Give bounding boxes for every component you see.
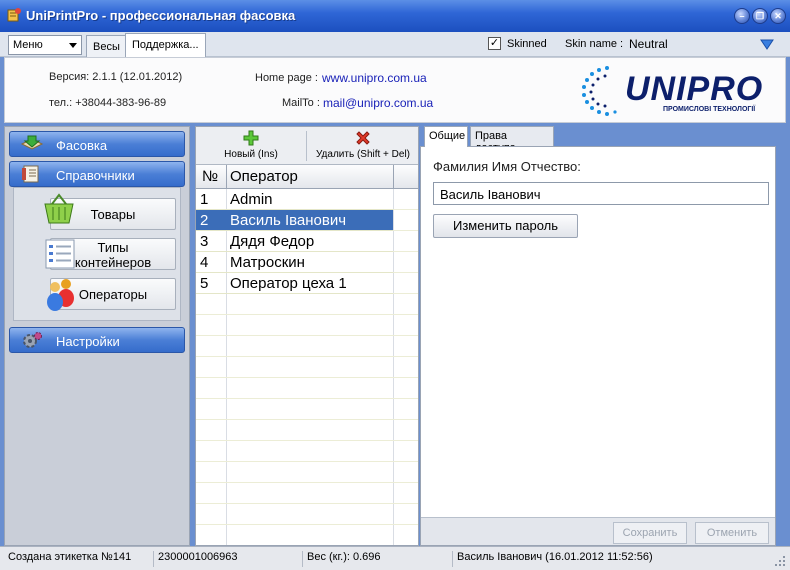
reference-subpanel: Товары Типы контейнеров Операторы — [13, 187, 181, 321]
save-button[interactable]: Сохранить — [613, 522, 687, 544]
row-operator-name: Оператор цеха 1 — [230, 275, 347, 292]
skin-name-value: Neutral — [629, 37, 668, 51]
menu-dropdown[interactable]: Меню — [8, 35, 82, 55]
homepage-link[interactable]: www.unipro.com.ua — [322, 71, 427, 85]
status-user: Василь Іванович (16.01.2012 11:52:56) — [452, 551, 653, 567]
expand-icon[interactable] — [760, 38, 774, 50]
window-title: UniPrintPro - профессиональная фасовка — [26, 8, 296, 23]
operators-panel: Новый (Ins) Удалить (Shift + Del) № Опер… — [195, 126, 419, 546]
delete-operator-label: Удалить (Shift + Del) — [315, 149, 411, 160]
row-number: 3 — [200, 233, 209, 250]
status-barcode: 2300001006963 — [153, 551, 238, 567]
toolbar-divider — [306, 131, 307, 161]
operators-toolbar: Новый (Ins) Удалить (Shift + Del) — [196, 127, 418, 165]
users-icon — [47, 279, 74, 311]
list-document-icon — [45, 239, 75, 269]
nav-spravochniki-label: Справочники — [56, 168, 135, 183]
status-weight: Вес (кг.): 0.696 — [302, 551, 381, 567]
general-tab-content: Фамилия Имя Отчество: Василь Іванович Из… — [420, 146, 776, 546]
skinned-checkbox[interactable]: ✓ — [488, 37, 501, 50]
chevron-down-icon — [69, 43, 77, 48]
change-password-button[interactable]: Изменить пароль — [433, 214, 578, 238]
settings-gear-icon — [23, 332, 42, 348]
basket-icon — [44, 193, 74, 224]
grid-header: № Оператор — [196, 165, 418, 189]
delete-x-icon — [356, 131, 370, 145]
status-label-created: Создана этикетка №141 — [8, 551, 132, 563]
new-operator-label: Новый (Ins) — [224, 149, 278, 160]
logo-subtext: ПРОМИСЛОВІ ТЕХНОЛОГІЇ — [663, 106, 756, 113]
tab-general[interactable]: Общие — [424, 126, 468, 147]
minimize-icon[interactable]: – — [734, 8, 750, 24]
table-row-selected[interactable]: 2 Василь Іванович — [196, 210, 393, 231]
row-operator-name: Матроскин — [230, 254, 305, 271]
tab-vesy[interactable]: Весы — [86, 35, 127, 57]
row-operator-name: Василь Іванович — [230, 212, 347, 229]
delete-operator-button[interactable]: Удалить (Shift + Del) — [308, 129, 418, 163]
table-row[interactable]: 1 Admin — [196, 189, 393, 210]
row-number: 5 — [200, 275, 209, 292]
table-row[interactable]: 5 Оператор цеха 1 — [196, 273, 393, 294]
left-nav-panel: Фасовка Справочники Товары Типы контейне… — [4, 126, 190, 546]
tab-access-rights[interactable]: Права доступа — [470, 126, 554, 154]
phone-text: тел.: +38044-383-96-89 — [49, 97, 167, 109]
fio-label: Фамилия Имя Отчество: — [433, 159, 581, 174]
restore-icon[interactable]: ❐ — [752, 8, 768, 24]
row-operator-name: Дядя Федор — [230, 233, 315, 250]
col-header-operator[interactable]: Оператор — [230, 168, 298, 185]
nav-spravochniki-button[interactable]: Справочники — [9, 161, 185, 187]
nav-fasovka-button[interactable]: Фасовка — [9, 131, 185, 157]
top-toolbar: Меню Весы Поддержка... ✓ Skinned Skin na… — [0, 32, 790, 58]
logo-text: UNIPRO — [625, 70, 764, 108]
homepage-label: Home page : — [255, 72, 318, 84]
row-number: 4 — [200, 254, 209, 271]
details-panel: Общие Права доступа Фамилия Имя Отчество… — [420, 126, 776, 546]
nav-fasovka-label: Фасовка — [56, 138, 108, 153]
package-download-icon — [20, 135, 44, 150]
skinned-label: Skinned — [507, 38, 547, 50]
tab-support[interactable]: Поддержка... — [125, 33, 206, 58]
resize-grip-icon[interactable] — [774, 555, 786, 567]
title-bar[interactable]: UniPrintPro - профессиональная фасовка –… — [0, 0, 790, 32]
operators-grid[interactable]: № Оператор 1 Admin 2 Василь Іванович 3 Д… — [196, 165, 418, 545]
skin-name-label: Skin name : — [565, 38, 624, 50]
unipro-logo: UNIPRO ПРОМИСЛОВІ ТЕХНОЛОГІЇ — [577, 60, 783, 122]
mailto-label: MailTo : — [282, 97, 320, 109]
mailto-link[interactable]: mail@unipro.com.ua — [323, 96, 433, 110]
row-number: 2 — [200, 212, 209, 229]
table-row[interactable]: 4 Матроскин — [196, 252, 393, 273]
nav-nastroiki-label: Настройки — [56, 334, 120, 349]
cancel-button[interactable]: Отменить — [695, 522, 769, 544]
menu-label: Меню — [13, 39, 43, 51]
status-bar: Создана этикетка №141 2300001006963 Вес … — [0, 546, 790, 570]
details-footer: Сохранить Отменить — [421, 517, 775, 545]
row-number: 1 — [200, 191, 209, 208]
info-header: Версия: 2.1.1 (12.01.2012) тел.: +38044-… — [4, 57, 786, 123]
col-header-number[interactable]: № — [202, 168, 218, 185]
reference-book-icon — [22, 165, 39, 183]
app-icon — [7, 8, 21, 22]
row-operator-name: Admin — [230, 191, 273, 208]
nav-nastroiki-button[interactable]: Настройки — [9, 327, 185, 353]
close-icon[interactable]: ✕ — [770, 8, 786, 24]
table-row[interactable]: 3 Дядя Федор — [196, 231, 393, 252]
fio-field[interactable]: Василь Іванович — [433, 182, 769, 205]
version-text: Версия: 2.1.1 (12.01.2012) — [49, 71, 183, 83]
new-operator-button[interactable]: Новый (Ins) — [214, 129, 288, 163]
plus-icon — [243, 130, 259, 146]
